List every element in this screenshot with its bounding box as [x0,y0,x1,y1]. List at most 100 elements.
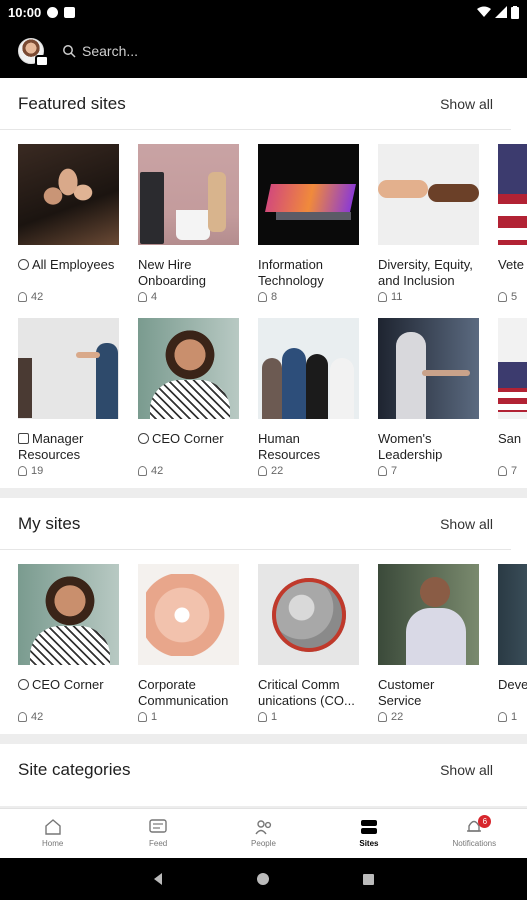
member-count: 19 [31,465,44,477]
site-thumbnail [138,144,239,245]
sites-icon [360,820,377,834]
status-bar: 10:00 [0,0,527,24]
search-icon [63,45,76,58]
section-title: Featured sites [18,93,126,113]
person-icon [258,712,267,722]
people-icon [254,820,271,835]
site-card-diversity-equity-inclusion[interactable]: Diversity, Equity, and Inclusion 11 [378,144,479,304]
sync-icon [47,6,59,18]
member-count: 22 [391,711,404,723]
verified-icon [18,259,29,270]
person-icon [498,466,507,476]
my-sites-row: CEO Corner 42 Corporate Communication 1 … [0,550,527,724]
avatar[interactable] [18,38,49,67]
site-card-ceo-corner[interactable]: CEO Corner 42 [18,564,119,724]
sites-content[interactable]: Featured sites Show all All Employees 42… [0,78,527,808]
member-count: 11 [391,291,403,303]
site-thumbnail [18,318,119,419]
show-all-categories-button[interactable]: Show all [440,762,493,778]
site-categories-section: Site categories Show all [0,744,527,806]
site-card-critical-communications[interactable]: Critical Comm unications (CO... 1 [258,564,359,724]
notification-count-badge: 6 [478,815,492,828]
app-header: Search... [0,24,527,78]
person-icon [498,292,507,302]
person-icon [138,712,147,722]
featured-sites-section: Featured sites Show all All Employees 42… [0,78,527,488]
site-name: Deve Reso [498,677,527,692]
person-icon [138,466,147,476]
nav-label: People [251,839,276,848]
bottom-nav: Home Feed People Sites 6 Notifications [0,808,527,858]
signal-icon [495,6,507,18]
site-name: CEO Corner [32,677,104,692]
site-card-development-resources[interactable]: Deve Reso 1 [498,564,527,724]
person-icon [258,292,267,302]
nav-sites[interactable]: Sites [316,809,421,858]
site-thumbnail [258,144,359,245]
member-count: 42 [31,711,44,723]
person-icon [378,466,387,476]
site-name: Women's Leadership [378,431,443,462]
site-thumbnail [498,144,527,245]
section-title: Site categories [18,760,131,779]
nav-notifications[interactable]: 6 Notifications [422,809,527,858]
site-card-san[interactable]: San 7 [498,318,527,478]
member-count: 5 [511,291,518,303]
site-name: CEO Corner [152,431,224,446]
account-badge-icon [35,55,49,67]
nav-feed[interactable]: Feed [105,809,210,858]
member-count: 4 [151,291,158,303]
battery-icon [511,5,519,19]
back-icon[interactable] [152,872,164,886]
site-card-new-hire-onboarding[interactable]: New Hire Onboarding 4 [138,144,239,304]
featured-row-1: All Employees 42 New Hire Onboarding 4 I… [0,130,527,304]
site-thumbnail [18,144,119,245]
site-thumbnail [258,318,359,419]
site-thumbnail [378,318,479,419]
site-card-womens-leadership[interactable]: Women's Leadership 7 [378,318,479,478]
wifi-icon [477,6,491,17]
site-name: Diversity, Equity, and Inclusion [378,257,473,288]
lock-icon [18,433,29,444]
site-name: Vete [498,257,525,272]
member-count: 42 [151,465,164,477]
site-card-all-employees[interactable]: All Employees 42 [18,144,119,304]
member-count: 7 [511,465,518,477]
nav-people[interactable]: People [211,809,316,858]
featured-row-2: Manager Resources 19 CEO Corner 42 Human… [0,304,527,478]
site-thumbnail [378,564,479,665]
show-all-featured-button[interactable]: Show all [440,96,493,112]
nav-label: Sites [359,839,379,848]
show-all-my-sites-button[interactable]: Show all [440,516,493,532]
nav-label: Notifications [452,839,497,848]
site-card-customer-service[interactable]: Customer Service 22 [378,564,479,724]
person-icon [18,292,27,302]
nav-home[interactable]: Home [0,809,105,858]
site-card-corporate-communication[interactable]: Corporate Communication 1 [138,564,239,724]
site-card-manager-resources[interactable]: Manager Resources 19 [18,318,119,478]
member-count: 7 [391,465,398,477]
my-sites-section: My sites Show all CEO Corner 42 Corporat… [0,498,527,734]
verified-icon [18,679,29,690]
nav-label: Feed [148,839,168,848]
recents-icon[interactable] [362,873,375,886]
site-thumbnail [138,318,239,419]
search-input[interactable]: Search... [82,43,138,59]
site-name: Corporate Communication [138,677,229,708]
site-name: Human Resources [258,431,321,462]
search-bar[interactable]: Search... [62,43,138,59]
home-circle-icon[interactable] [256,872,270,886]
site-card-ceo-corner[interactable]: CEO Corner 42 [138,318,239,478]
member-count: 8 [271,291,278,303]
site-card-human-resources[interactable]: Human Resources 22 [258,318,359,478]
member-count: 1 [271,711,278,723]
site-thumbnail [18,564,119,665]
member-count: 1 [151,711,158,723]
person-icon [258,466,267,476]
feed-icon [149,819,167,833]
member-count: 1 [511,711,518,723]
site-card-veterans[interactable]: Vete 5 [498,144,527,304]
site-name: San [498,431,522,446]
verified-icon [138,433,149,444]
site-card-information-technology[interactable]: Information Technology 8 [258,144,359,304]
